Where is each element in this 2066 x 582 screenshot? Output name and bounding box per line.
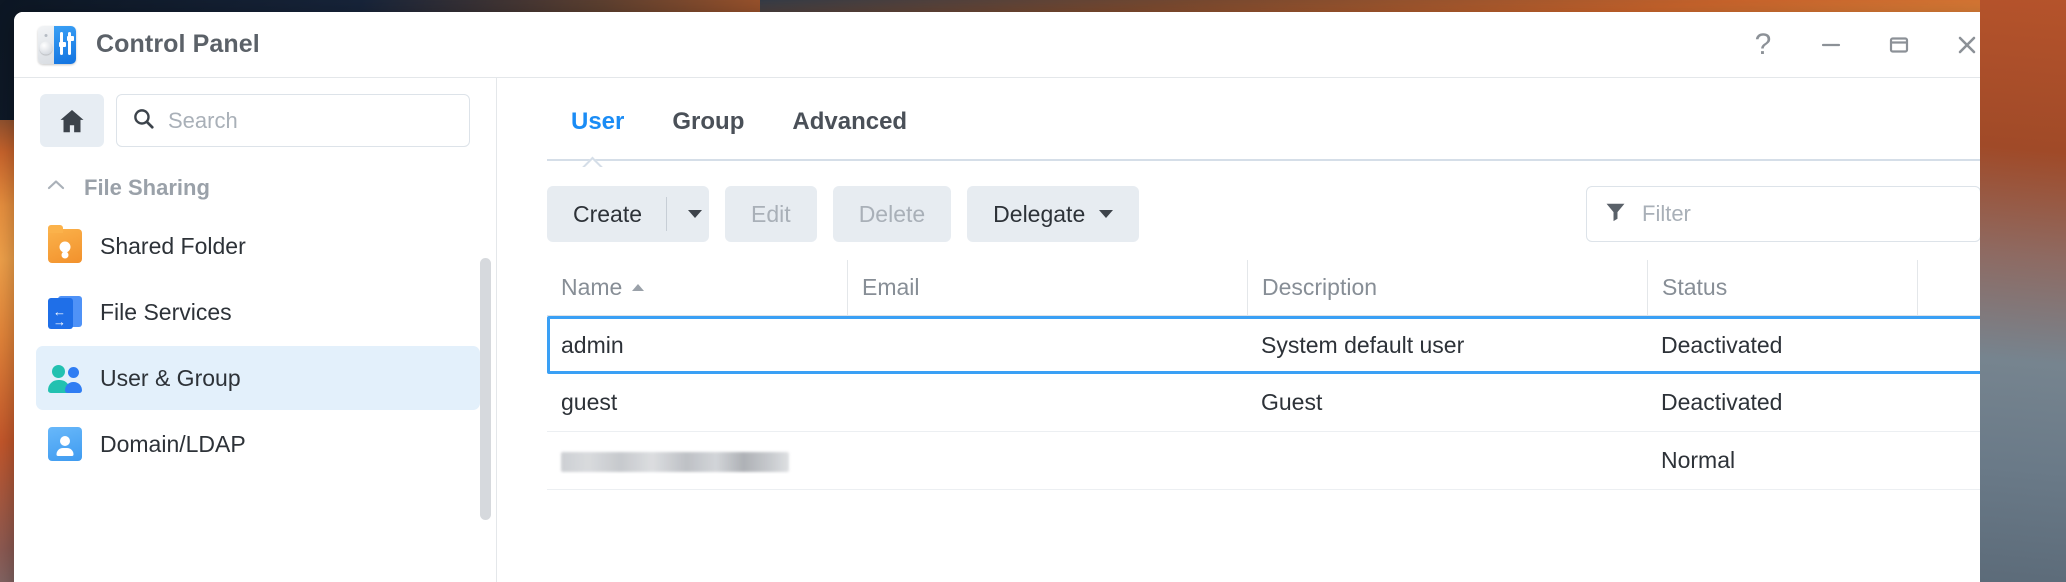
table-body: admin System default user Deactivated gu… bbox=[547, 316, 2011, 490]
table-row[interactable]: admin System default user Deactivated bbox=[547, 316, 2011, 374]
control-panel-sliders-icon bbox=[38, 25, 76, 64]
window-controls: ? bbox=[1731, 19, 1999, 71]
column-header-name[interactable]: Name bbox=[547, 260, 847, 315]
chevron-down-icon bbox=[1099, 210, 1114, 218]
tab-advanced[interactable]: Advanced bbox=[768, 108, 931, 152]
window-body: Search File Sharing Shared Folder ← → Fi… bbox=[14, 78, 2011, 582]
maximize-icon[interactable] bbox=[1867, 19, 1931, 71]
help-button[interactable]: ? bbox=[1731, 19, 1795, 71]
cell-description: System default user bbox=[1261, 331, 1465, 358]
sidebar-item-user-group[interactable]: User & Group bbox=[36, 346, 480, 410]
cell-status: Deactivated bbox=[1661, 389, 1783, 415]
tab-indicator-rule bbox=[527, 152, 2011, 168]
chevron-up-icon bbox=[44, 173, 68, 202]
funnel-icon bbox=[1603, 199, 1628, 229]
table-header-row: Name Email Description Status bbox=[547, 260, 2011, 316]
table-row[interactable]: Normal bbox=[547, 432, 2011, 490]
sidebar-item-file-services[interactable]: ← → File Services bbox=[36, 280, 480, 344]
sort-ascending-icon bbox=[632, 284, 645, 291]
create-button-label: Create bbox=[573, 200, 643, 227]
toolbar: Create Edit Delete Delegate Filter bbox=[527, 168, 2011, 260]
edit-button[interactable]: Edit bbox=[725, 186, 817, 242]
search-icon bbox=[131, 106, 156, 136]
create-button[interactable]: Create bbox=[547, 186, 710, 242]
sidebar-item-label: Domain/LDAP bbox=[100, 430, 246, 457]
sidebar-top-bar: Search bbox=[14, 94, 496, 147]
filter-input[interactable]: Filter bbox=[1586, 186, 1981, 242]
cell-name: admin bbox=[561, 331, 624, 358]
cell-name: guest bbox=[561, 389, 618, 415]
id-card-icon bbox=[48, 427, 82, 461]
search-input[interactable]: Search bbox=[116, 94, 470, 147]
close-icon[interactable] bbox=[1935, 19, 1999, 71]
user-table: Name Email Description Status admin Syst… bbox=[527, 260, 2011, 582]
desktop-background: Control Panel ? Search File Sharing Shar… bbox=[0, 0, 2066, 582]
redaction-blur bbox=[561, 451, 789, 472]
delete-button[interactable]: Delete bbox=[832, 186, 952, 242]
cell-status: Normal bbox=[1661, 447, 1736, 473]
file-transfer-icon: ← → bbox=[48, 295, 82, 329]
sidebar-item-label: File Services bbox=[100, 298, 232, 325]
cell-description: Guest bbox=[1261, 389, 1323, 415]
column-header-email[interactable]: Email bbox=[847, 260, 1247, 315]
tab-bar: User Group Advanced bbox=[527, 78, 2011, 152]
column-header-label: Name bbox=[561, 274, 623, 300]
tab-user[interactable]: User bbox=[547, 108, 648, 152]
home-icon[interactable] bbox=[40, 94, 104, 147]
cell-status: Deactivated bbox=[1661, 331, 1783, 358]
sidebar-group-label: File Sharing bbox=[84, 174, 210, 200]
sidebar-item-domain-ldap[interactable]: Domain/LDAP bbox=[36, 412, 480, 476]
sidebar-item-label: Shared Folder bbox=[100, 232, 246, 259]
column-header-description[interactable]: Description bbox=[1247, 260, 1647, 315]
column-header-status[interactable]: Status bbox=[1647, 260, 1917, 315]
control-panel-window: Control Panel ? Search File Sharing Shar… bbox=[14, 12, 2011, 582]
sidebar-item-label: User & Group bbox=[100, 364, 241, 391]
sidebar-scrollbar[interactable] bbox=[480, 258, 491, 520]
search-placeholder: Search bbox=[168, 107, 238, 133]
tab-group[interactable]: Group bbox=[648, 108, 768, 152]
chevron-down-icon[interactable] bbox=[667, 186, 709, 242]
main-content: User Group Advanced Create Edit Delete D… bbox=[497, 78, 2011, 582]
delegate-button[interactable]: Delegate bbox=[967, 186, 1140, 242]
folder-user-icon bbox=[48, 225, 82, 263]
delegate-button-label: Delegate bbox=[993, 200, 1086, 227]
column-header-spacer bbox=[1917, 260, 2011, 315]
filter-placeholder: Filter bbox=[1642, 201, 1691, 226]
window-title: Control Panel bbox=[96, 30, 260, 58]
users-icon bbox=[48, 361, 82, 395]
sidebar: Search File Sharing Shared Folder ← → Fi… bbox=[14, 78, 497, 582]
minimize-icon[interactable] bbox=[1799, 19, 1863, 71]
window-title-bar: Control Panel ? bbox=[14, 12, 2011, 78]
sidebar-item-shared-folder[interactable]: Shared Folder bbox=[36, 214, 480, 278]
table-row[interactable]: guest Guest Deactivated bbox=[547, 374, 2011, 432]
cell-name-redacted bbox=[547, 447, 847, 474]
sidebar-group-file-sharing[interactable]: File Sharing bbox=[14, 147, 496, 212]
